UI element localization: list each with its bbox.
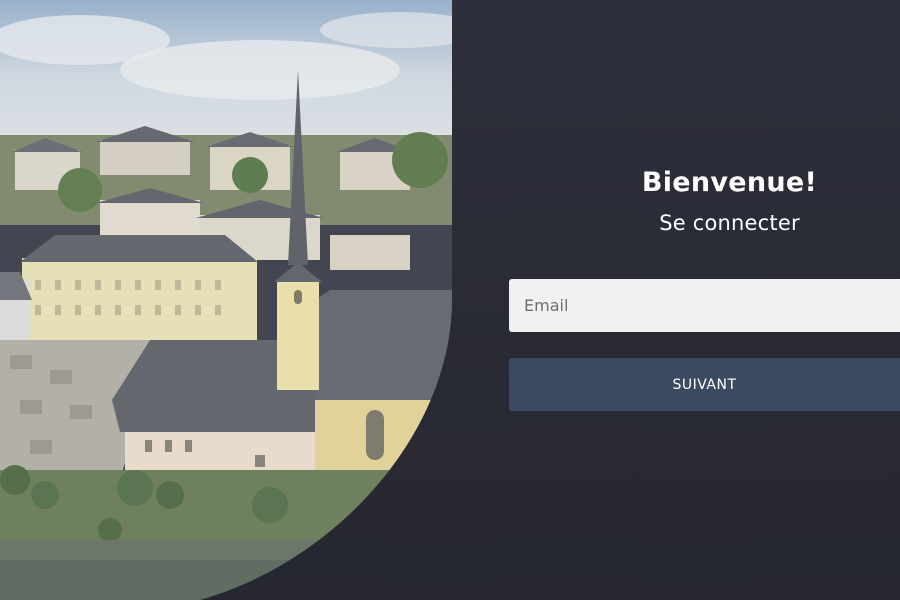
next-button[interactable]: SUIVANT — [509, 358, 900, 411]
login-form: Bienvenue! Se connecter SUIVANT — [509, 0, 900, 600]
welcome-heading: Bienvenue! — [641, 167, 818, 198]
email-input[interactable] — [509, 279, 900, 332]
signin-subtitle: Se connecter — [659, 211, 800, 235]
background-photo — [0, 0, 470, 600]
